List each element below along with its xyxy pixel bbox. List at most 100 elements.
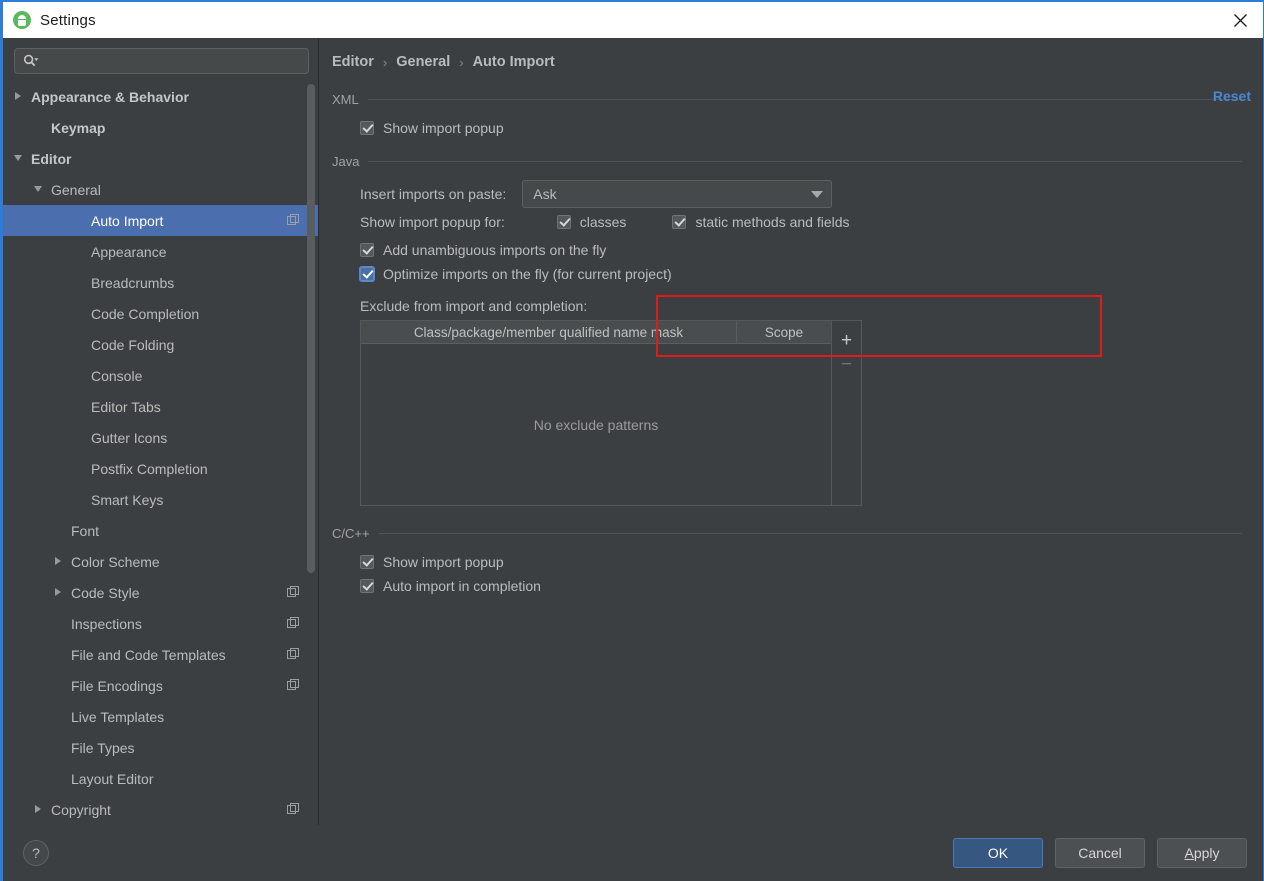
project-settings-icon — [287, 648, 300, 661]
checkbox-row-cpp-auto-import-completion[interactable]: Auto import in completion — [360, 574, 1245, 598]
checkbox-cpp-show-import-popup[interactable] — [360, 555, 374, 569]
sidebar-item-appearance[interactable]: Appearance — [3, 236, 318, 267]
checkbox-row-classes[interactable]: classes — [556, 210, 626, 234]
sidebar-item-breadcrumbs[interactable]: Breadcrumbs — [3, 267, 318, 298]
settings-main-panel: Editor › General › Auto Import Reset XML Sho… — [319, 38, 1263, 825]
dialog-footer: ? OK Cancel Apply — [3, 825, 1263, 881]
project-settings-icon — [287, 586, 300, 599]
window-title: Settings — [40, 11, 96, 29]
apply-rest: pply — [1193, 845, 1220, 861]
checkbox-row-cpp-show-import-popup[interactable]: Show import popup — [360, 550, 1245, 574]
sidebar-item-appearance-behavior[interactable]: Appearance & Behavior — [3, 81, 318, 112]
checkbox-row-optimize-imports[interactable]: Optimize imports on the fly (for current… — [360, 262, 1245, 286]
sidebar-item-file-types[interactable]: File Types — [3, 732, 318, 763]
group-body-java: Insert imports on paste: Ask Show import… — [332, 169, 1245, 506]
sidebar-item-postfix-completion[interactable]: Postfix Completion — [3, 453, 318, 484]
chevron-down-icon[interactable] — [33, 183, 46, 196]
reset-link[interactable]: Reset — [1213, 88, 1251, 104]
sidebar-item-editor-tabs[interactable]: Editor Tabs — [3, 391, 318, 422]
sidebar-item-layout-editor[interactable]: Layout Editor — [3, 763, 318, 794]
checkbox-xml-show-import-popup[interactable] — [360, 121, 374, 135]
sidebar-item-code-completion[interactable]: Code Completion — [3, 298, 318, 329]
sidebar-item-label: Keymap — [51, 119, 106, 136]
sidebar-item-label: Code Style — [71, 584, 140, 601]
sidebar-item-keymap[interactable]: Keymap — [3, 112, 318, 143]
ok-button[interactable]: OK — [953, 838, 1043, 868]
sidebar-item-general[interactable]: General — [3, 174, 318, 205]
sidebar-item-gutter-icons[interactable]: Gutter Icons — [3, 422, 318, 453]
search-input[interactable] — [39, 54, 308, 68]
group-java: Java Insert imports on paste: Ask Show i… — [332, 154, 1245, 506]
table-column-header-mask[interactable]: Class/package/member qualified name mask — [361, 321, 737, 343]
checkbox-static-methods[interactable] — [672, 215, 687, 229]
group-body-cpp: Show import popup Auto import in complet… — [332, 541, 1245, 598]
search-icon — [23, 54, 39, 68]
checkbox-label: static methods and fields — [695, 214, 850, 230]
checkbox-row-add-unambiguous[interactable]: Add unambiguous imports on the fly — [360, 238, 1245, 262]
table-column-header-scope[interactable]: Scope — [737, 321, 831, 343]
group-divider — [378, 533, 1242, 534]
breadcrumb-separator: › — [459, 54, 464, 70]
sidebar-item-inspections[interactable]: Inspections — [3, 608, 318, 639]
group-header-cpp: C/C++ — [332, 526, 1245, 541]
add-pattern-button[interactable]: + — [835, 328, 859, 352]
checkbox-label: Show import popup — [383, 554, 504, 570]
close-icon — [1233, 13, 1247, 27]
sidebar-item-label: Font — [71, 522, 100, 539]
sidebar-item-label: Gutter Icons — [91, 429, 168, 446]
exclude-table[interactable]: Class/package/member qualified name mask… — [360, 320, 832, 506]
sidebar-item-console[interactable]: Console — [3, 360, 318, 391]
title-bar: Settings — [3, 0, 1263, 38]
chevron-right-icon[interactable] — [33, 803, 46, 816]
chevron-right-icon[interactable] — [53, 555, 66, 568]
breadcrumb-item[interactable]: Auto Import — [473, 54, 555, 70]
chevron-down-icon — [811, 190, 824, 198]
sidebar-item-label: File Encodings — [71, 677, 163, 694]
breadcrumb: Editor › General › Auto Import — [332, 38, 1245, 78]
group-header-java: Java — [332, 154, 1245, 169]
sidebar-item-file-and-code-templates[interactable]: File and Code Templates — [3, 639, 318, 670]
checkbox-row-xml-show-import-popup[interactable]: Show import popup — [360, 116, 1245, 140]
checkbox-optimize-imports[interactable] — [360, 267, 374, 281]
sidebar-item-code-folding[interactable]: Code Folding — [3, 329, 318, 360]
sidebar-item-live-templates[interactable]: Live Templates — [3, 701, 318, 732]
sidebar-item-copyright[interactable]: Copyright — [3, 794, 318, 825]
breadcrumb-item[interactable]: General — [396, 54, 450, 70]
insert-imports-label: Insert imports on paste: — [360, 186, 507, 202]
checkbox-row-static-methods[interactable]: static methods and fields — [672, 210, 850, 234]
checkbox-classes[interactable] — [556, 215, 571, 229]
cancel-button[interactable]: Cancel — [1055, 838, 1145, 868]
breadcrumb-item[interactable]: Editor — [332, 54, 374, 70]
remove-pattern-button: − — [840, 353, 853, 375]
sidebar-item-font[interactable]: Font — [3, 515, 318, 546]
group-title-cpp: C/C++ — [332, 526, 370, 541]
sidebar-item-color-scheme[interactable]: Color Scheme — [3, 546, 318, 577]
sidebar-item-auto-import[interactable]: Auto Import — [3, 205, 318, 236]
search-box[interactable] — [14, 48, 309, 74]
sidebar-item-smart-keys[interactable]: Smart Keys — [3, 484, 318, 515]
checkbox-add-unambiguous-imports[interactable] — [360, 243, 374, 257]
insert-imports-value: Ask — [533, 186, 557, 202]
checkbox-label: Show import popup — [383, 120, 504, 136]
project-settings-icon — [287, 679, 300, 692]
checkbox-cpp-auto-import-completion[interactable] — [360, 579, 374, 593]
sidebar-item-editor[interactable]: Editor — [3, 143, 318, 174]
group-title-xml: XML — [332, 92, 359, 107]
chevron-down-icon[interactable] — [13, 152, 26, 165]
chevron-right-icon[interactable] — [13, 90, 26, 103]
sidebar-item-file-encodings[interactable]: File Encodings — [3, 670, 318, 701]
help-button[interactable]: ? — [23, 840, 49, 866]
chevron-right-icon[interactable] — [53, 586, 66, 599]
sidebar-scrollbar-thumb[interactable] — [307, 84, 315, 573]
group-title-java: Java — [332, 154, 360, 169]
group-body-xml: Show import popup — [332, 107, 1245, 140]
sidebar-item-code-style[interactable]: Code Style — [3, 577, 318, 608]
project-settings-icon — [287, 214, 300, 227]
project-settings-icon — [287, 617, 300, 630]
insert-imports-dropdown[interactable]: Ask — [522, 180, 833, 208]
close-button[interactable] — [1217, 2, 1263, 38]
sidebar-item-label: Editor Tabs — [91, 398, 161, 415]
apply-button[interactable]: Apply — [1157, 838, 1247, 868]
